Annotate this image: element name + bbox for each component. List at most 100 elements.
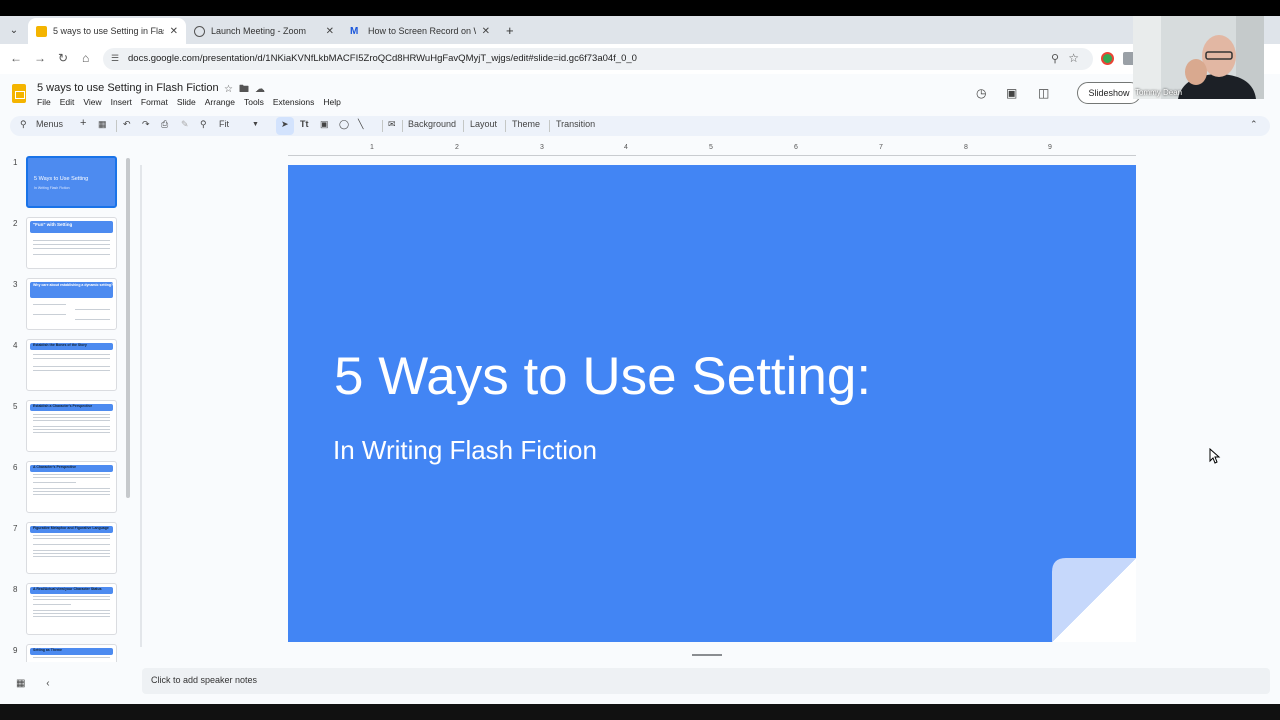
thumb-text-line — [33, 304, 66, 305]
filmstrip-slide[interactable]: 2 "Fun" with Setting — [0, 217, 130, 273]
slide-thumbnail[interactable]: 5 Ways to Use Setting In Writing Flash F… — [26, 156, 117, 208]
thumb-text-line — [33, 538, 110, 539]
slide-title-text[interactable]: 5 Ways to Use Setting: — [334, 346, 871, 407]
filmstrip-slide[interactable]: 5 Establish a Character's Perspective — [0, 400, 130, 456]
reload-icon[interactable]: ↻ — [58, 51, 68, 65]
close-icon[interactable]: ✕ — [326, 26, 334, 37]
current-slide[interactable]: 5 Ways to Use Setting: In Writing Flash … — [288, 165, 1136, 642]
forward-arrow-icon[interactable]: → — [34, 51, 46, 65]
print-icon[interactable]: ⎙ — [161, 119, 168, 130]
grid-view-icon[interactable]: ▦ — [16, 678, 25, 689]
menu-format[interactable]: Format — [141, 97, 168, 107]
slide-thumbnail[interactable]: A Real/Actual view/your Character Status — [26, 583, 117, 635]
document-title[interactable]: 5 ways to use Setting in Flash Fiction — [37, 82, 219, 94]
menu-extensions[interactable]: Extensions — [273, 97, 315, 107]
zoom-icon[interactable]: ⚲ — [200, 119, 207, 130]
slide-filmstrip: 1 5 Ways to Use Setting In Writing Flash… — [0, 148, 134, 662]
filmstrip-slide[interactable]: 6 A Character's Perspective — [0, 461, 130, 517]
redo-icon[interactable]: ↷ — [142, 119, 150, 130]
new-tab-plus-icon[interactable]: + — [506, 23, 514, 38]
vertical-ruler[interactable] — [140, 165, 142, 647]
insert-image-icon[interactable]: ▣ — [320, 119, 329, 130]
thumb-text-line — [33, 482, 76, 483]
tab-zoom-meeting[interactable]: Launch Meeting - Zoom ✕ — [186, 18, 342, 44]
tab-search-chevron-icon[interactable]: ⌄ — [6, 21, 22, 39]
filmstrip-slide[interactable]: 3 Why care about establishing a dynamic … — [0, 278, 130, 334]
slide-subtitle-text[interactable]: In Writing Flash Fiction — [333, 435, 597, 466]
filmstrip-slide[interactable]: 1 5 Ways to Use Setting In Writing Flash… — [0, 156, 130, 212]
menu-help[interactable]: Help — [323, 97, 340, 107]
select-arrow-icon[interactable]: ➤ — [281, 119, 289, 130]
thumb-text-line — [33, 244, 110, 245]
menu-tools[interactable]: Tools — [244, 97, 264, 107]
slides-header: 5 ways to use Setting in Flash Fiction ☆… — [0, 74, 1280, 112]
layout-button[interactable]: Layout — [470, 119, 497, 129]
slide-thumbnail[interactable]: Establish a Character's Perspective — [26, 400, 117, 452]
thumb-text-line — [33, 599, 110, 600]
bookmark-star-icon[interactable]: ☆ — [1068, 51, 1079, 65]
filmstrip-slide[interactable]: 8 A Real/Actual view/your Character Stat… — [0, 583, 130, 639]
slide-thumbnail[interactable]: Establish the Bones of the Story — [26, 339, 117, 391]
slideshow-button[interactable]: Slideshow — [1077, 82, 1141, 104]
tab-screen-record[interactable]: M How to Screen Record on Wind ✕ — [342, 18, 498, 44]
new-slide-plus-icon[interactable]: + — [80, 117, 86, 129]
background-button[interactable]: Background — [408, 119, 456, 129]
comments-icon[interactable]: ▣ — [1006, 86, 1017, 100]
menu-arrange[interactable]: Arrange — [205, 97, 235, 107]
search-menus-icon[interactable]: ⚲ — [20, 119, 27, 130]
slide-thumbnail[interactable]: "Fun" with Setting — [26, 217, 117, 269]
home-icon[interactable]: ⌂ — [82, 51, 89, 65]
menus-search-label[interactable]: Menus — [36, 119, 63, 129]
transition-button[interactable]: Transition — [556, 119, 595, 129]
thumb-text-line — [33, 596, 110, 597]
zoom-magnifier-icon[interactable]: ⚲ — [1051, 52, 1059, 65]
menu-view[interactable]: View — [83, 97, 101, 107]
cloud-icon[interactable]: ☁ — [255, 84, 271, 95]
thumb-title: 5 Ways to Use Setting — [34, 176, 89, 182]
back-arrow-icon[interactable]: ← — [10, 51, 22, 65]
slide-number: 7 — [13, 524, 18, 533]
folder-icon[interactable]: 🖿 — [239, 84, 255, 95]
google-slides-logo-icon[interactable] — [12, 84, 26, 103]
menu-file[interactable]: File — [37, 97, 51, 107]
meet-camera-icon[interactable]: ◫ — [1038, 86, 1049, 100]
extension-icon[interactable] — [1101, 52, 1114, 65]
tab-slides-presentation[interactable]: 5 ways to use Setting in Flash F ✕ — [28, 18, 186, 44]
menu-slide[interactable]: Slide — [177, 97, 196, 107]
add-comment-icon[interactable]: ✉ — [388, 119, 396, 130]
shape-icon[interactable]: ◯ — [339, 119, 349, 130]
thumb-text-line — [33, 610, 110, 611]
menu-insert[interactable]: Insert — [111, 97, 132, 107]
url-field[interactable]: ☰ docs.google.com/presentation/d/1NKiaKV… — [103, 48, 1093, 70]
close-icon[interactable]: ✕ — [482, 26, 490, 37]
new-slide-layout-icon[interactable]: ▦ — [98, 119, 107, 130]
filmstrip-slide[interactable]: 4 Establish the Bones of the Story — [0, 339, 130, 395]
slide-thumbnail[interactable]: Setting as Theme — [26, 644, 117, 662]
paint-format-icon[interactable]: ✎ — [181, 119, 189, 130]
text-box-icon[interactable]: Tt — [300, 119, 309, 129]
line-icon[interactable]: ╲ — [358, 119, 363, 130]
filmstrip-slide[interactable]: 7 Figurative Metaphor and Figurative Lan… — [0, 522, 130, 578]
thumb-text-line — [75, 309, 110, 310]
close-icon[interactable]: ✕ — [170, 26, 178, 37]
site-settings-icon[interactable]: ☰ — [111, 53, 119, 64]
filmstrip-slide[interactable]: 9 Setting as Theme — [0, 644, 130, 662]
slide-thumbnail[interactable]: A Character's Perspective — [26, 461, 117, 513]
menu-edit[interactable]: Edit — [60, 97, 75, 107]
speaker-notes[interactable]: Click to add speaker notes — [142, 668, 1270, 694]
horizontal-ruler[interactable]: 1 2 3 4 5 6 7 8 9 — [288, 144, 1136, 156]
collapse-filmstrip-chevron-icon[interactable]: ‹ — [46, 678, 49, 689]
toolbar-divider — [463, 120, 464, 132]
version-history-icon[interactable]: ◷ — [976, 86, 986, 100]
m-icon: M — [350, 25, 359, 37]
filmstrip-scrollbar[interactable] — [126, 158, 130, 498]
notes-resize-handle[interactable] — [692, 654, 722, 656]
theme-button[interactable]: Theme — [512, 119, 540, 129]
collapse-toolbar-chevron-icon[interactable]: ⌃ — [1250, 119, 1258, 130]
zoom-fit-select[interactable]: Fit — [219, 119, 229, 129]
slide-thumbnail[interactable]: Why care about establishing a dynamic se… — [26, 278, 117, 330]
chevron-down-icon[interactable]: ▼ — [252, 121, 259, 128]
star-icon[interactable]: ☆ — [224, 84, 239, 95]
slide-thumbnail[interactable]: Figurative Metaphor and Figurative Langu… — [26, 522, 117, 574]
undo-icon[interactable]: ↶ — [123, 119, 131, 130]
